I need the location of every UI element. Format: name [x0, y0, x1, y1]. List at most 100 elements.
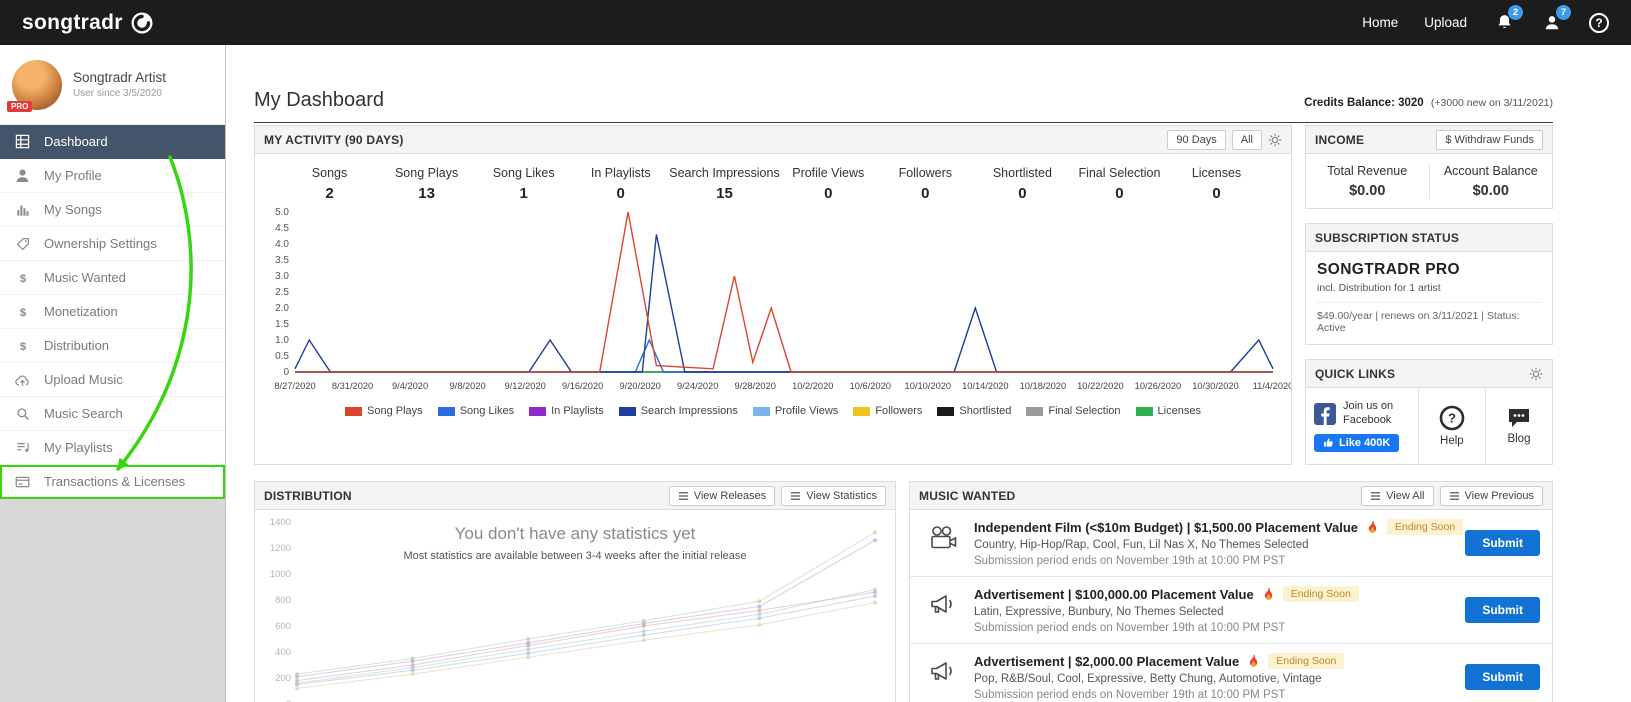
svg-text:9/24/2020: 9/24/2020	[677, 381, 718, 391]
income-panel: INCOME $ Withdraw Funds Total Revenue $0…	[1305, 125, 1553, 209]
empty-state: You don't have any statistics yet Most s…	[255, 524, 895, 562]
sidebar-item-distribution[interactable]: $Distribution	[0, 329, 225, 363]
activity-legend: Song PlaysSong LikesIn PlaylistsSearch I…	[255, 401, 1291, 429]
sidebar-menu: Dashboard My Profile My SongsOwnership Set…	[0, 125, 225, 499]
megaphone-icon	[924, 592, 962, 616]
sidebar-item-transactions-licenses[interactable]: Transactions & Licenses	[0, 465, 225, 499]
stat-value: 0	[1071, 185, 1168, 202]
ending-soon-badge: Ending Soon	[1283, 586, 1359, 602]
sidebar-item-ownership-settings[interactable]: Ownership Settings	[0, 227, 225, 261]
distribution-panel: DISTRIBUTION View Releases View Statisti…	[254, 481, 896, 702]
legend-item-profile-views: Profile Views	[753, 405, 838, 417]
withdraw-funds-button[interactable]: $ Withdraw Funds	[1436, 130, 1543, 150]
svg-text:1000: 1000	[270, 569, 291, 580]
legend-item-final-selection: Final Selection	[1026, 405, 1120, 417]
svg-text:4.5: 4.5	[275, 223, 289, 234]
stat-final-selection: Final Selection0	[1071, 166, 1168, 202]
listing-deadline: Submission period ends on November 19th …	[974, 555, 1453, 567]
stat-value: 2	[281, 185, 378, 202]
pro-badge: PRO	[7, 101, 32, 112]
range-90days-button[interactable]: 90 Days	[1167, 130, 1225, 150]
music-wanted-title: MUSIC WANTED	[919, 489, 1015, 503]
listing-title: Advertisement | $100,000.00 Placement Va…	[974, 587, 1254, 602]
legend-label: Followers	[875, 405, 922, 417]
credits-balance-label: Credits Balance: 3020	[1304, 97, 1424, 109]
legend-label: Song Likes	[460, 405, 514, 417]
svg-text:200: 200	[275, 673, 291, 684]
view-statistics-button[interactable]: View Statistics	[781, 486, 886, 506]
list-icon	[678, 491, 689, 501]
top-navigation: Home Upload 2 7 ?	[1362, 12, 1609, 34]
gear-icon[interactable]	[1529, 367, 1543, 381]
view-releases-button[interactable]: View Releases	[669, 486, 776, 506]
sidebar-item-label: Upload Music	[44, 372, 123, 387]
svg-text:8/27/2020: 8/27/2020	[274, 381, 315, 391]
legend-item-search-impressions: Search Impressions	[619, 405, 738, 417]
distribution-title: DISTRIBUTION	[264, 489, 352, 503]
sidebar-item-label: Monetization	[44, 304, 118, 319]
help-button[interactable]: ?	[1589, 13, 1609, 33]
credits-balance-note: (+3000 new on 3/11/2021)	[1431, 97, 1553, 109]
facebook-text-line2: Facebook	[1343, 414, 1391, 426]
facebook-icon	[1314, 403, 1336, 425]
view-all-button[interactable]: View All	[1361, 486, 1433, 506]
help-link[interactable]: ? Help	[1419, 388, 1486, 464]
legend-swatch	[853, 407, 870, 416]
sidebar-item-monetization[interactable]: $Monetization	[0, 295, 225, 329]
sidebar-item-my-profile[interactable]: My Profile	[0, 159, 225, 193]
svg-text:10/30/2020: 10/30/2020	[1192, 381, 1239, 391]
sidebar-item-label: Music Wanted	[44, 270, 126, 285]
nav-home[interactable]: Home	[1362, 15, 1398, 30]
sidebar-item-dashboard[interactable]: Dashboard	[0, 125, 225, 159]
sidebar-item-my-playlists[interactable]: My Playlists	[0, 431, 225, 465]
cloud-upload-icon	[14, 373, 31, 387]
plan-name: SONGTRADR PRO	[1317, 261, 1541, 279]
range-all-button[interactable]: All	[1232, 130, 1262, 150]
megaphone-icon	[924, 659, 962, 683]
thumb-icon	[1323, 437, 1334, 448]
activity-panel-header: MY ACTIVITY (90 DAYS) 90 Days All	[255, 126, 1291, 154]
legend-swatch	[753, 407, 770, 416]
submit-button[interactable]: Submit	[1465, 597, 1540, 623]
svg-text:0: 0	[283, 367, 289, 378]
gear-icon[interactable]	[1268, 133, 1282, 147]
magnifier-icon	[14, 407, 31, 421]
stat-shortlisted: Shortlisted0	[974, 166, 1071, 202]
plan-detail: incl. Distribution for 1 artist	[1317, 282, 1541, 294]
blog-link[interactable]: Blog	[1486, 388, 1552, 464]
stat-label: Song Plays	[378, 166, 475, 180]
songtradr-logo[interactable]: songtradr	[22, 11, 154, 35]
stat-search-impressions: Search Impressions15	[669, 166, 779, 202]
sidebar-item-my-songs[interactable]: My Songs	[0, 193, 225, 227]
quick-links-title: QUICK LINKS	[1315, 367, 1395, 381]
sidebar-item-music-wanted[interactable]: $Music Wanted	[0, 261, 225, 295]
equalizer-icon	[14, 203, 31, 217]
sidebar-item-upload-music[interactable]: Upload Music	[0, 363, 225, 397]
user-menu-button[interactable]: 7	[1541, 12, 1563, 34]
submit-button[interactable]: Submit	[1465, 530, 1540, 556]
subscription-panel: SUBSCRIPTION STATUS SONGTRADR PRO incl. …	[1305, 223, 1553, 345]
legend-item-song-plays: Song Plays	[345, 405, 423, 417]
svg-text:?: ?	[1448, 411, 1456, 426]
listing-tags: Latin, Expressive, Bunbury, No Themes Se…	[974, 606, 1453, 618]
help-label: Help	[1440, 435, 1464, 447]
music-wanted-panel: MUSIC WANTED View All View Previous Inde…	[909, 481, 1553, 702]
like-label: Like 400K	[1339, 437, 1390, 449]
fire-icon	[1366, 520, 1379, 534]
total-revenue-value: $0.00	[1306, 183, 1429, 199]
legend-item-followers: Followers	[853, 405, 922, 417]
facebook-like-button[interactable]: Like 400K	[1314, 434, 1399, 452]
facebook-link[interactable]: Join us on Facebook Like 400K	[1306, 388, 1419, 464]
profile-card: PRO Songtradr Artist User since 3/5/2020	[0, 45, 225, 125]
view-previous-button[interactable]: View Previous	[1440, 486, 1544, 506]
empty-state-subtitle: Most statistics are available between 3-…	[255, 550, 895, 562]
ending-soon-badge: Ending Soon	[1387, 519, 1463, 535]
sidebar-item-music-search[interactable]: Music Search	[0, 397, 225, 431]
sidebar-item-label: My Profile	[44, 168, 102, 183]
main-content: My Dashboard Credits Balance: 3020 (+300…	[227, 45, 1631, 702]
submit-button[interactable]: Submit	[1465, 664, 1540, 690]
stat-value: 0	[877, 185, 974, 202]
list-icon	[790, 491, 801, 501]
notifications-button[interactable]: 2	[1493, 12, 1515, 34]
nav-upload[interactable]: Upload	[1424, 15, 1467, 30]
